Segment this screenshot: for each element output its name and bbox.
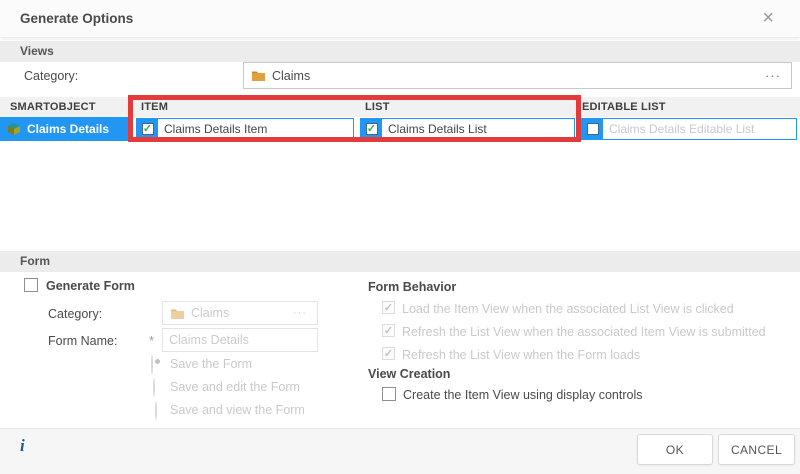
item-checkbox-strip: ✓: [137, 119, 158, 139]
item-view-checkbox[interactable]: ✓: [141, 123, 154, 135]
views-category-value: Claims: [272, 68, 311, 83]
save-edit-form-label: Save and edit the Form: [170, 380, 300, 394]
info-icon: i: [20, 436, 25, 455]
refresh-list-on-load-checkbox: ✓: [382, 347, 395, 360]
refresh-list-on-submit-label: Refresh the List View when the associate…: [402, 325, 766, 339]
list-checkbox-strip: ✓: [361, 119, 382, 139]
required-asterisk-icon: *: [149, 333, 155, 348]
form-name-label: Form Name:: [48, 334, 118, 348]
refresh-list-on-load-label: Refresh the List View when the Form load…: [402, 348, 641, 362]
form-category-input: Claims ···: [162, 301, 318, 325]
refresh-list-on-submit-checkbox: ✓: [382, 324, 395, 337]
views-section-header: Views: [0, 41, 800, 62]
load-item-view-label: Load the Item View when the associated L…: [402, 302, 734, 316]
item-view-cell: ✓: [136, 118, 354, 140]
editable-list-checkbox[interactable]: [586, 123, 599, 135]
views-category-input[interactable]: Claims ···: [243, 62, 792, 89]
ok-button[interactable]: OK: [637, 434, 713, 465]
editable-list-checkbox-strip: [582, 119, 603, 139]
item-view-name-input[interactable]: [158, 119, 353, 139]
grid-header-item: ITEM: [141, 101, 169, 113]
editable-list-cell: [581, 118, 797, 140]
folder-icon: [170, 307, 185, 320]
smartobject-row: Claims Details ✓ ✓: [0, 117, 800, 141]
smartobject-cube-icon: [7, 122, 21, 136]
view-creation-heading: View Creation: [368, 367, 451, 381]
views-category-browse-button[interactable]: ···: [755, 68, 791, 83]
save-edit-form-radio: [153, 378, 155, 397]
grid-header-list: LIST: [365, 101, 390, 113]
form-behavior-heading: Form Behavior: [368, 280, 457, 294]
grid-header-smartobject: SMARTOBJECT: [10, 101, 96, 113]
views-category-label: Category:: [24, 69, 79, 83]
load-item-view-checkbox: ✓: [382, 301, 395, 314]
list-view-name-input[interactable]: [382, 119, 574, 139]
form-section-header: Form: [0, 251, 800, 272]
folder-icon: [251, 69, 266, 82]
create-item-view-label: Create the Item View using display contr…: [403, 388, 643, 402]
form-name-value: Claims Details: [169, 333, 249, 347]
save-form-radio: [151, 355, 153, 374]
create-item-view-checkbox[interactable]: [382, 387, 396, 401]
list-view-checkbox[interactable]: ✓: [365, 123, 378, 135]
form-category-browse-button: ···: [293, 307, 307, 319]
list-view-cell: ✓: [360, 118, 575, 140]
cancel-button[interactable]: CANCEL: [718, 434, 795, 465]
form-category-label: Category:: [48, 307, 103, 321]
dialog-title: Generate Options: [20, 11, 134, 26]
grid-header-row: SMARTOBJECT ITEM LIST EDITABLE LIST: [0, 97, 800, 117]
smartobject-name: Claims Details: [27, 122, 110, 136]
save-view-form-label: Save and view the Form: [170, 403, 305, 417]
form-category-value: Claims: [191, 306, 230, 320]
save-form-label: Save the Form: [170, 357, 252, 371]
generate-form-checkbox[interactable]: [24, 278, 38, 292]
form-name-input: Claims Details: [162, 328, 318, 352]
generate-form-label: Generate Form: [46, 279, 135, 293]
smartobject-cell[interactable]: Claims Details: [0, 117, 133, 141]
generate-options-dialog: Generate Options × Views Category: Claim…: [0, 0, 800, 474]
save-view-form-radio: [155, 401, 157, 420]
close-icon[interactable]: ×: [762, 8, 774, 28]
grid-header-editable-list: EDITABLE LIST: [582, 101, 666, 113]
editable-list-name-input[interactable]: [603, 119, 796, 139]
